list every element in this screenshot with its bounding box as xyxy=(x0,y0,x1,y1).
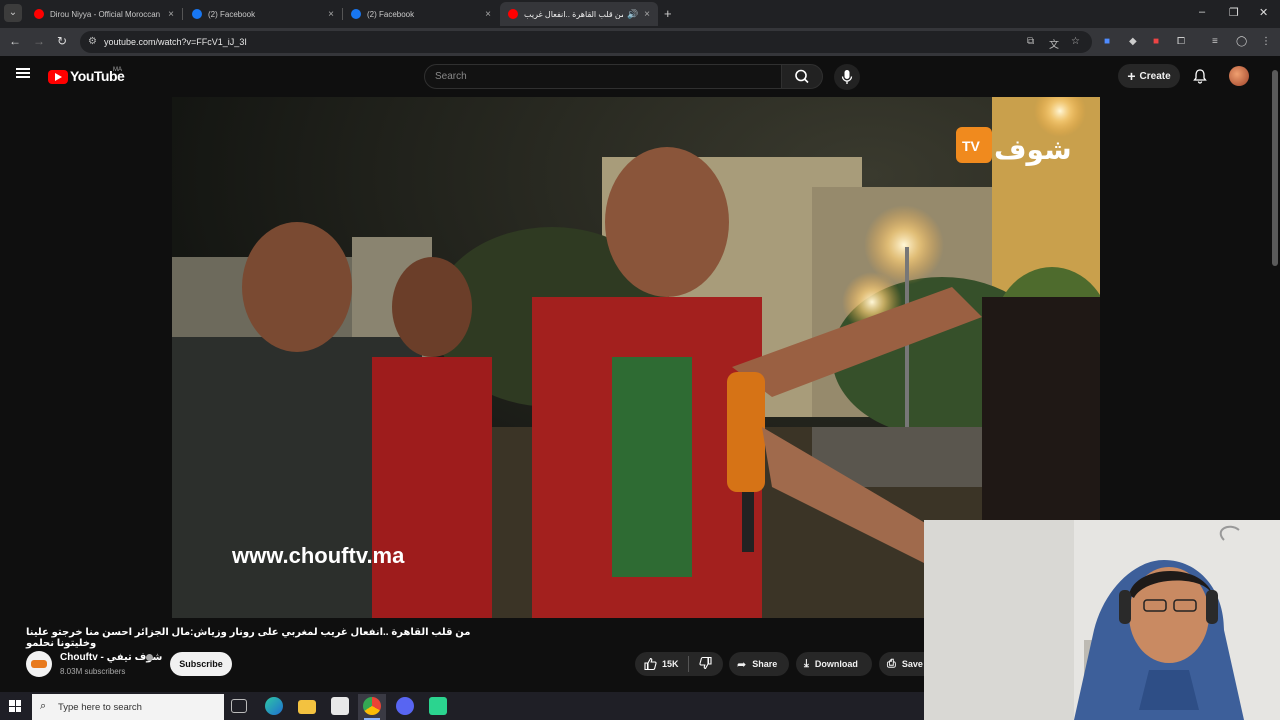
bookmark-icon: ⎙ xyxy=(887,657,896,670)
bookmark-star-icon[interactable]: ☆ xyxy=(1071,36,1080,47)
youtube-favicon-icon xyxy=(508,9,518,19)
tab-facebook-1[interactable]: (2) Facebook × xyxy=(184,2,342,26)
reload-icon[interactable]: ↻ xyxy=(57,34,67,48)
close-tab-icon[interactable]: × xyxy=(168,9,174,20)
thumbs-up-icon xyxy=(644,657,657,671)
audio-playing-icon[interactable]: 🔊 xyxy=(627,9,638,20)
file-explorer-icon[interactable] xyxy=(298,700,316,714)
task-view-icon[interactable] xyxy=(231,699,247,713)
chouftv-logo: TV شوف xyxy=(956,127,1072,166)
translate-icon[interactable]: 文 xyxy=(1049,36,1059,51)
tab-search-icon[interactable]: ≡ xyxy=(1212,36,1218,47)
search-placeholder: Search xyxy=(435,71,467,82)
channel-avatar[interactable] xyxy=(26,651,52,677)
microsoft-store-icon[interactable] xyxy=(331,697,349,715)
chouftv-logo-text: شوف xyxy=(994,133,1072,166)
thumbs-down-icon xyxy=(698,656,712,670)
youtube-favicon-icon xyxy=(34,9,44,19)
profile-icon[interactable]: ◯ xyxy=(1236,36,1247,47)
tab-search-dropdown-icon[interactable]: ⌄ xyxy=(4,4,22,22)
tab-divider xyxy=(182,8,183,20)
taskbar-search-box[interactable]: ⌕ Type here to search xyxy=(32,694,224,720)
hamburger-menu-icon[interactable] xyxy=(16,68,30,78)
like-count: 15K xyxy=(662,659,679,669)
search-button[interactable] xyxy=(781,64,823,89)
download-button[interactable]: ⤓ Download xyxy=(796,652,872,676)
edge-browser-icon[interactable] xyxy=(265,697,283,715)
tab-facebook-2[interactable]: (2) Facebook × xyxy=(343,2,499,26)
browser-toolbar: ← → ↻ ⚙ youtube.com/watch?v=FFcV1_iJ_3I … xyxy=(0,28,1280,56)
app-green-icon[interactable] xyxy=(429,697,447,715)
youtube-logo-icon[interactable] xyxy=(48,70,68,84)
subscribe-button[interactable]: Subscribe xyxy=(170,652,232,676)
site-info-icon[interactable]: ⚙ xyxy=(88,36,97,47)
menu-more-icon[interactable]: ⋮ xyxy=(1261,36,1271,47)
extension-diamond-icon[interactable]: ◆ xyxy=(1129,36,1137,47)
tab-title: Dirou Niyya - Official Moroccan xyxy=(50,9,161,19)
download-icon: ⤓ xyxy=(804,657,809,670)
chouftv-logo-tv: TV xyxy=(962,138,981,154)
share-button[interactable]: ➦ Share xyxy=(729,652,789,676)
search-icon: ⌕ xyxy=(40,700,47,712)
close-tab-icon[interactable]: × xyxy=(328,9,334,20)
url-text[interactable]: youtube.com/watch?v=FFcV1_iJ_3I xyxy=(104,37,247,47)
close-tab-icon[interactable]: × xyxy=(485,9,491,20)
video-title: من قلب القاهرة ..انفعال غريب لمغربي على … xyxy=(26,627,471,649)
facebook-favicon-icon xyxy=(351,9,361,19)
extension-red-icon[interactable]: ■ xyxy=(1153,36,1159,47)
minimize-icon[interactable]: – xyxy=(1199,6,1205,18)
close-tab-icon[interactable]: × xyxy=(644,9,650,20)
like-button[interactable]: 15K xyxy=(643,657,679,671)
microphone-icon xyxy=(841,70,853,84)
tab-title: من قلب القاهرة ..انفعال غريب xyxy=(524,9,623,19)
facebook-favicon-icon xyxy=(192,9,202,19)
windows-start-icon[interactable] xyxy=(9,700,21,712)
install-app-icon[interactable]: ⧉ xyxy=(1027,36,1034,47)
save-label: Save xyxy=(901,659,923,669)
forward-icon[interactable]: → xyxy=(33,34,45,48)
create-button[interactable]: + Create xyxy=(1118,64,1180,88)
account-avatar[interactable] xyxy=(1229,66,1249,86)
dislike-button[interactable] xyxy=(698,656,713,672)
new-tab-icon[interactable]: + xyxy=(664,6,672,21)
restore-icon[interactable]: ❐ xyxy=(1229,6,1239,19)
chrome-browser-icon[interactable] xyxy=(363,697,381,715)
search-icon xyxy=(795,69,809,84)
webcam-overlay xyxy=(924,520,1280,720)
video-watermark-text: www.chouftv.ma xyxy=(231,543,405,568)
tab-current-video[interactable]: من قلب القاهرة ..انفعال غريب 🔊 × xyxy=(500,2,658,26)
verified-badge-icon xyxy=(146,654,153,661)
webcam-frame-image xyxy=(924,520,1280,720)
country-code: MA xyxy=(113,67,122,73)
taskbar-search-placeholder: Type here to search xyxy=(58,702,142,713)
download-label: Download xyxy=(814,659,858,669)
scrollbar-thumb[interactable] xyxy=(1272,70,1278,266)
subscriber-count: 8.03M subscribers xyxy=(60,667,126,676)
close-window-icon[interactable]: ✕ xyxy=(1259,6,1268,19)
voice-search-button[interactable] xyxy=(834,64,860,90)
address-bar[interactable]: ⚙ youtube.com/watch?v=FFcV1_iJ_3I ⧉ 文 ☆ xyxy=(80,31,1092,53)
tab-dirou-niyya[interactable]: Dirou Niyya - Official Moroccan × xyxy=(26,2,182,26)
youtube-header: YouTube MA Search + Create xyxy=(0,56,1280,96)
like-divider xyxy=(688,656,689,672)
share-label: Share xyxy=(752,659,778,669)
windows-taskbar: ⌕ Type here to search xyxy=(0,692,924,720)
share-icon: ➦ xyxy=(737,658,747,671)
browser-tab-strip: ⌄ Dirou Niyya - Official Moroccan × (2) … xyxy=(0,0,1280,28)
search-input[interactable]: Search xyxy=(424,64,782,89)
tab-title: (2) Facebook xyxy=(208,9,256,19)
back-icon[interactable]: ← xyxy=(9,34,21,48)
extension-translate-icon[interactable]: ■ xyxy=(1104,36,1110,47)
create-label: Create xyxy=(1139,70,1171,82)
tab-title: (2) Facebook xyxy=(367,9,415,19)
plus-icon: + xyxy=(1127,68,1136,84)
notifications-bell-icon[interactable] xyxy=(1192,68,1208,89)
discord-icon[interactable] xyxy=(396,697,414,715)
extensions-puzzle-icon[interactable]: ⧠ xyxy=(1177,36,1185,47)
like-dislike-group: 15K xyxy=(635,652,723,676)
